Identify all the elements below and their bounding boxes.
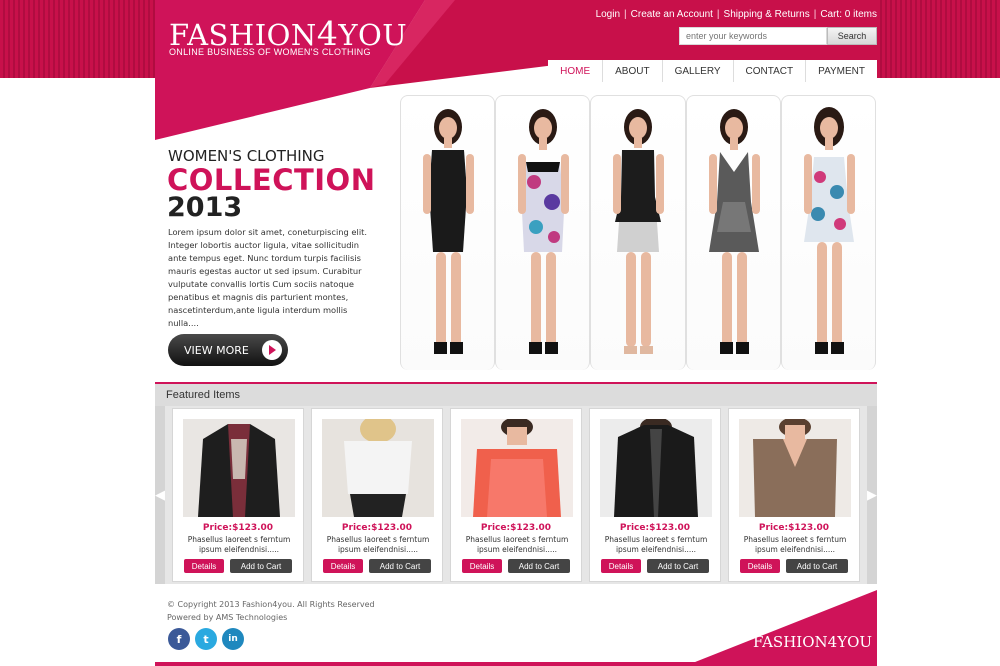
featured-carousel: ◀ ▶ Price:$123.00 Phasellus laoreet s fe… <box>155 406 877 584</box>
carousel-next-arrow-icon[interactable]: ▶ <box>867 406 877 584</box>
hero-description: Lorem ipsum dolor sit amet, coneturpisci… <box>168 227 368 328</box>
search-input[interactable] <box>679 27 827 45</box>
facebook-icon[interactable]: f <box>168 628 190 650</box>
model-image <box>400 95 496 370</box>
add-to-cart-button[interactable]: Add to Cart <box>508 559 570 573</box>
product-description: Phasellus laoreet s ferntum ipsum eleifen… <box>187 535 291 554</box>
nav-payment[interactable]: PAYMENT <box>805 60 877 82</box>
header-stripes-right <box>877 0 1000 78</box>
product-price: Price:$123.00 <box>202 523 274 533</box>
view-more-label: VIEW MORE <box>184 343 249 357</box>
model-image <box>590 95 686 370</box>
main-nav: HOME ABOUT GALLERY CONTACT PAYMENT <box>548 60 877 82</box>
product-card: Price:$123.00 Phasellus laoreet s ferntu… <box>172 408 304 582</box>
add-to-cart-button[interactable]: Add to Cart <box>647 559 709 573</box>
product-image[interactable] <box>739 419 851 517</box>
featured-items-header: Featured Items <box>155 384 877 406</box>
product-description: Phasellus laoreet s ferntum ipsum eleifen… <box>743 535 847 554</box>
product-description: Phasellus laoreet s ferntum ipsum eleifen… <box>326 535 430 554</box>
product-card: Price:$123.00 Phasellus laoreet s ferntu… <box>589 408 721 582</box>
model-image <box>780 95 877 370</box>
product-price: Price:$123.00 <box>619 523 691 533</box>
nav-about[interactable]: ABOUT <box>602 60 661 82</box>
model-image <box>685 95 781 370</box>
details-button[interactable]: Details <box>740 559 780 573</box>
search-button[interactable]: Search <box>827 27 877 45</box>
nav-contact[interactable]: CONTACT <box>732 60 806 82</box>
add-to-cart-button[interactable]: Add to Cart <box>786 559 848 573</box>
top-links: Login | Create an Account | Shipping & R… <box>595 9 877 20</box>
product-image[interactable] <box>600 419 712 517</box>
create-account-link[interactable]: Create an Account <box>631 9 713 20</box>
twitter-icon[interactable]: t <box>195 628 217 650</box>
model-image <box>495 95 591 370</box>
nav-gallery[interactable]: GALLERY <box>661 60 733 82</box>
product-card: Price:$123.00 Phasellus laoreet s ferntu… <box>311 408 443 582</box>
product-card: Price:$123.00 Phasellus laoreet s ferntu… <box>728 408 860 582</box>
product-price: Price:$123.00 <box>341 523 413 533</box>
product-price: Price:$123.00 <box>758 523 830 533</box>
footer-logo: FASHION4YOU <box>753 633 873 651</box>
details-button[interactable]: Details <box>601 559 641 573</box>
product-description: Phasellus laoreet s ferntum ipsum eleifen… <box>604 535 708 554</box>
product-image[interactable] <box>461 419 573 517</box>
hero-year: 2013 <box>167 192 243 223</box>
details-button[interactable]: Details <box>462 559 502 573</box>
site-tagline: ONLINE BUSINESS OF WOMEN'S CLOTHING <box>169 47 371 57</box>
product-card: Price:$123.00 Phasellus laoreet s ferntu… <box>450 408 582 582</box>
nav-home[interactable]: HOME <box>548 60 602 82</box>
search-box: Search <box>679 27 877 45</box>
powered-by-text: Powered by AMS Technologies <box>167 613 288 622</box>
linkedin-icon[interactable]: in <box>222 628 244 650</box>
add-to-cart-button[interactable]: Add to Cart <box>369 559 431 573</box>
view-more-button[interactable]: VIEW MORE <box>168 334 288 366</box>
details-button[interactable]: Details <box>323 559 363 573</box>
hero-models-gallery <box>400 95 877 370</box>
details-button[interactable]: Details <box>184 559 224 573</box>
product-image[interactable] <box>322 419 434 517</box>
product-image[interactable] <box>183 419 295 517</box>
product-price: Price:$123.00 <box>480 523 552 533</box>
header-stripes-left <box>0 0 155 78</box>
login-link[interactable]: Login <box>596 9 620 20</box>
featured-items-title: Featured Items <box>166 389 240 401</box>
carousel-prev-arrow-icon[interactable]: ◀ <box>155 406 165 584</box>
add-to-cart-button[interactable]: Add to Cart <box>230 559 292 573</box>
cart-link[interactable]: Cart: 0 items <box>820 9 877 20</box>
product-description: Phasellus laoreet s ferntum ipsum eleifen… <box>465 535 569 554</box>
copyright-text: © Copyright 2013 Fashion4you. All Rights… <box>167 600 375 609</box>
page: FASHION4YOU ONLINE BUSINESS OF WOMEN'S C… <box>155 0 877 666</box>
shipping-returns-link[interactable]: Shipping & Returns <box>724 9 810 20</box>
chevron-right-icon <box>262 340 282 360</box>
